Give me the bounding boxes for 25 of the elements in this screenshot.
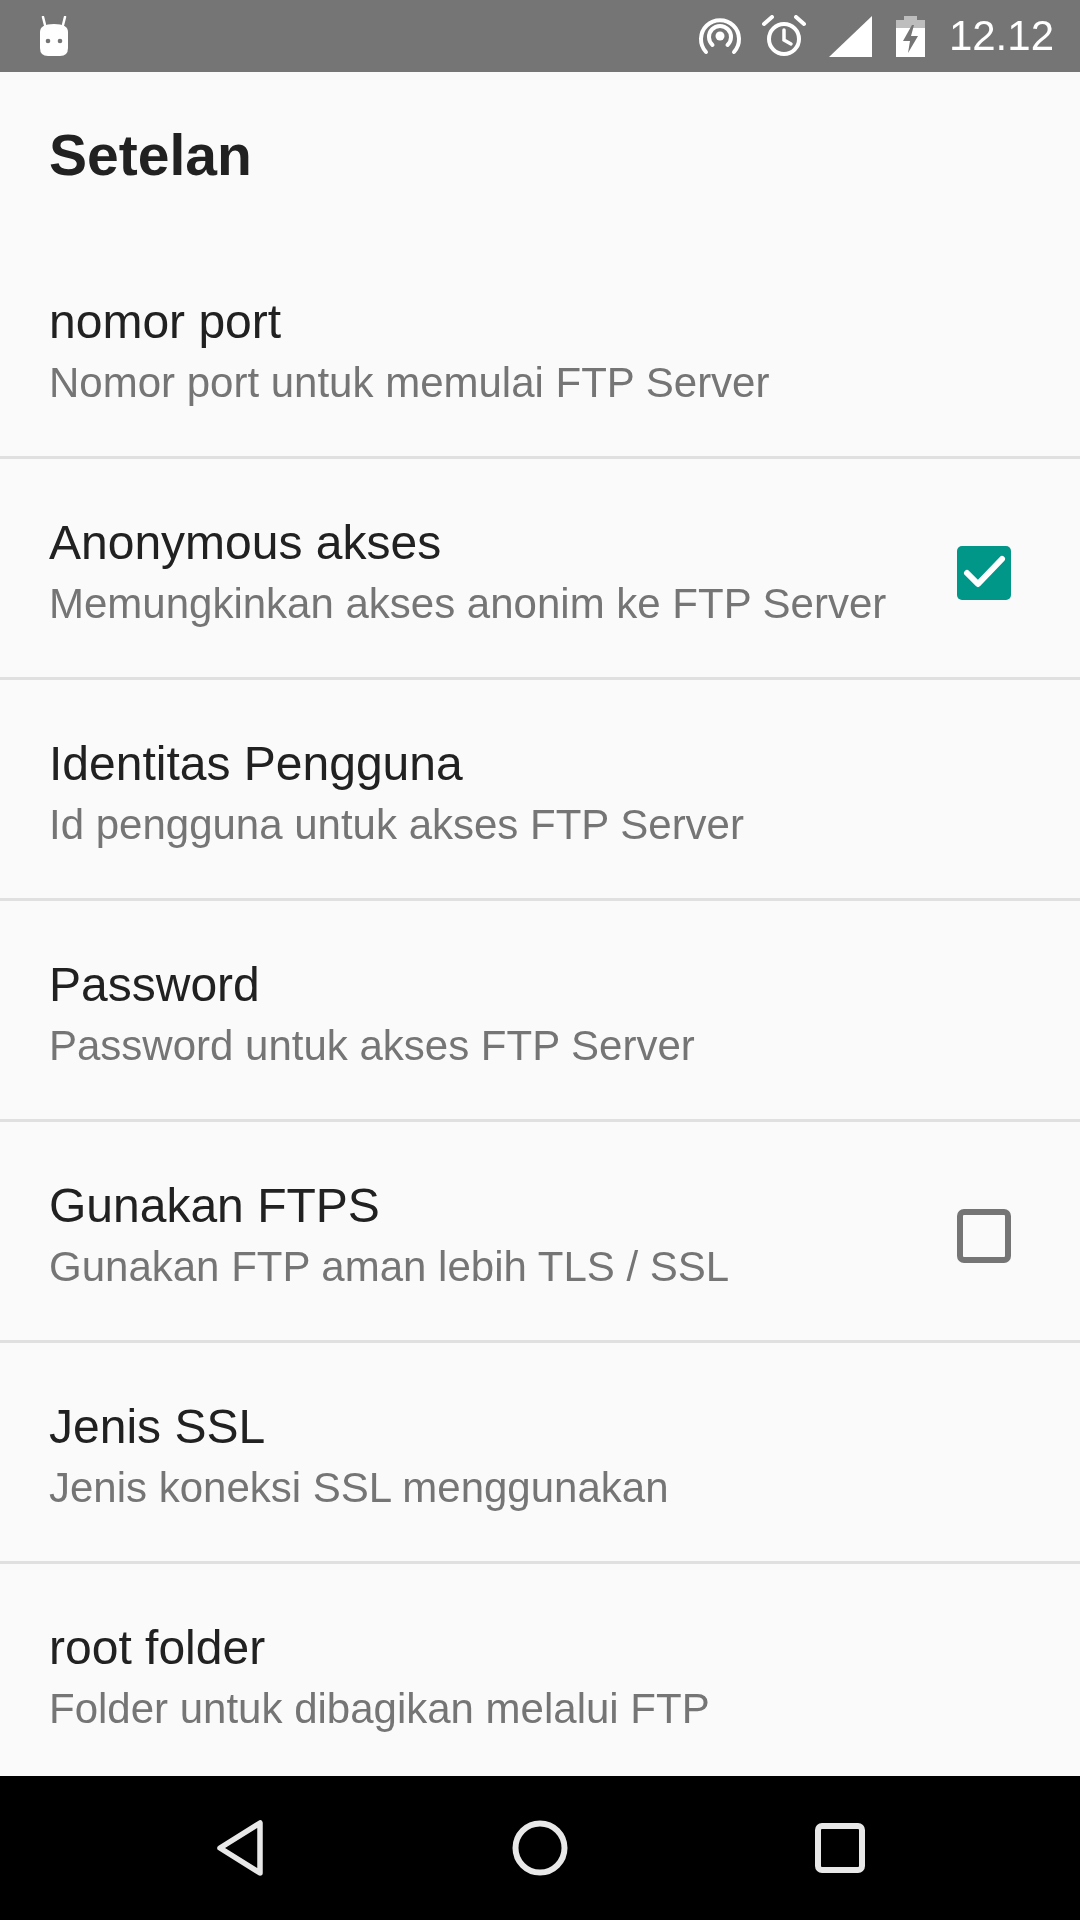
preference-title[interactable]: root folder <box>49 1619 1011 1677</box>
preference-title[interactable]: Anonymous akses <box>49 514 957 572</box>
preference-title[interactable]: Password <box>49 956 1011 1014</box>
preference-summary: Nomor port untuk memulai FTP Server <box>49 358 771 408</box>
preference-summary: Folder untuk dibagikan melalui FTP <box>49 1684 711 1734</box>
preference-title[interactable]: nomor port <box>49 293 1011 351</box>
preference-summary: Id pengguna untuk akses FTP Server <box>49 800 745 850</box>
checkbox[interactable] <box>957 1209 1011 1263</box>
clock-time: 12.12 <box>948 15 1054 57</box>
preference-title[interactable]: Identitas Pengguna <box>49 735 1011 793</box>
preference-title[interactable]: Jenis SSL <box>49 1398 1011 1456</box>
preference-summary: Gunakan FTP aman lebih TLS / SSL <box>49 1242 731 1292</box>
preference-summary: Password untuk akses FTP Server <box>49 1021 696 1071</box>
recents-icon[interactable] <box>815 1823 865 1873</box>
battery-charging-icon <box>895 15 925 57</box>
alarm-clock-icon <box>761 15 806 57</box>
preference-summary: Memungkinkan akses anonim ke FTP Server <box>49 579 888 629</box>
hotspot-icon <box>697 15 742 57</box>
checkbox[interactable] <box>957 546 1011 600</box>
signal-icon <box>828 15 872 57</box>
back-icon[interactable] <box>216 1820 264 1876</box>
home-icon[interactable] <box>512 1820 568 1876</box>
preference-title[interactable]: Gunakan FTPS <box>49 1177 957 1235</box>
preference-summary: Jenis koneksi SSL menggunakan <box>49 1463 670 1513</box>
screen-title: Setelan <box>49 126 252 184</box>
